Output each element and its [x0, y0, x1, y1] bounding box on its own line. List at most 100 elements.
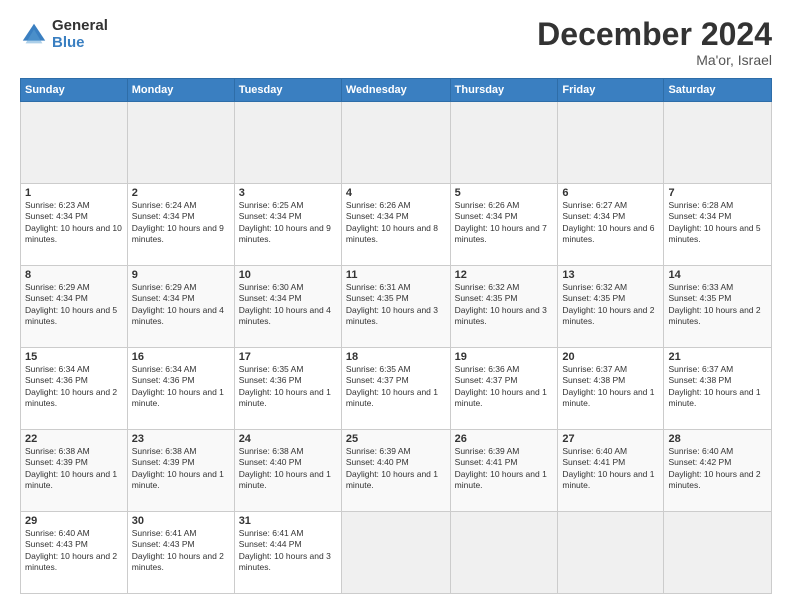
day-info: Sunrise: 6:38 AMSunset: 4:39 PMDaylight:…	[132, 446, 230, 492]
calendar-body: 1Sunrise: 6:23 AMSunset: 4:34 PMDaylight…	[21, 102, 772, 594]
day-info: Sunrise: 6:32 AMSunset: 4:35 PMDaylight:…	[455, 282, 554, 328]
day-number: 10	[239, 269, 337, 281]
col-friday: Friday	[558, 79, 664, 102]
day-number: 29	[25, 515, 123, 527]
calendar-cell	[664, 102, 772, 184]
calendar-cell: 4Sunrise: 6:26 AMSunset: 4:34 PMDaylight…	[341, 184, 450, 266]
day-info: Sunrise: 6:25 AMSunset: 4:34 PMDaylight:…	[239, 200, 337, 246]
calendar-cell: 17Sunrise: 6:35 AMSunset: 4:36 PMDayligh…	[234, 348, 341, 430]
day-info: Sunrise: 6:41 AMSunset: 4:44 PMDaylight:…	[239, 528, 337, 574]
day-number: 14	[668, 269, 767, 281]
day-number: 19	[455, 351, 554, 363]
calendar-cell: 13Sunrise: 6:32 AMSunset: 4:35 PMDayligh…	[558, 266, 664, 348]
calendar-cell: 21Sunrise: 6:37 AMSunset: 4:38 PMDayligh…	[664, 348, 772, 430]
calendar-cell: 26Sunrise: 6:39 AMSunset: 4:41 PMDayligh…	[450, 430, 558, 512]
calendar-header: Sunday Monday Tuesday Wednesday Thursday…	[21, 79, 772, 102]
day-info: Sunrise: 6:41 AMSunset: 4:43 PMDaylight:…	[132, 528, 230, 574]
calendar-week-2: 8Sunrise: 6:29 AMSunset: 4:34 PMDaylight…	[21, 266, 772, 348]
day-number: 26	[455, 433, 554, 445]
title-block: December 2024 Ma'or, Israel	[537, 18, 772, 68]
day-info: Sunrise: 6:37 AMSunset: 4:38 PMDaylight:…	[562, 364, 659, 410]
calendar-cell: 3Sunrise: 6:25 AMSunset: 4:34 PMDaylight…	[234, 184, 341, 266]
calendar-cell: 1Sunrise: 6:23 AMSunset: 4:34 PMDaylight…	[21, 184, 128, 266]
calendar-cell	[234, 102, 341, 184]
day-info: Sunrise: 6:24 AMSunset: 4:34 PMDaylight:…	[132, 200, 230, 246]
logo-general-text: General	[52, 18, 108, 35]
calendar-cell: 29Sunrise: 6:40 AMSunset: 4:43 PMDayligh…	[21, 512, 128, 594]
day-info: Sunrise: 6:34 AMSunset: 4:36 PMDaylight:…	[25, 364, 123, 410]
day-number: 6	[562, 187, 659, 199]
calendar-cell: 6Sunrise: 6:27 AMSunset: 4:34 PMDaylight…	[558, 184, 664, 266]
calendar-cell: 25Sunrise: 6:39 AMSunset: 4:40 PMDayligh…	[341, 430, 450, 512]
calendar-cell: 7Sunrise: 6:28 AMSunset: 4:34 PMDaylight…	[664, 184, 772, 266]
calendar-cell	[341, 512, 450, 594]
day-info: Sunrise: 6:29 AMSunset: 4:34 PMDaylight:…	[25, 282, 123, 328]
day-number: 23	[132, 433, 230, 445]
calendar-cell: 30Sunrise: 6:41 AMSunset: 4:43 PMDayligh…	[127, 512, 234, 594]
col-sunday: Sunday	[21, 79, 128, 102]
calendar-cell: 27Sunrise: 6:40 AMSunset: 4:41 PMDayligh…	[558, 430, 664, 512]
calendar-week-4: 22 Sunrise: 6:38 AMSunset: 4:39 PMDayligh…	[21, 430, 772, 512]
location: Ma'or, Israel	[537, 52, 772, 68]
calendar-cell: 5Sunrise: 6:26 AMSunset: 4:34 PMDaylight…	[450, 184, 558, 266]
day-number: 5	[455, 187, 554, 199]
calendar-cell: 14Sunrise: 6:33 AMSunset: 4:35 PMDayligh…	[664, 266, 772, 348]
day-info: Sunrise: 6:26 AMSunset: 4:34 PMDaylight:…	[455, 200, 554, 246]
calendar-cell	[558, 102, 664, 184]
day-number: 17	[239, 351, 337, 363]
calendar-cell: 22Sunrise: 6:38 AMSunset: 4:39 PMDayligh…	[21, 430, 128, 512]
calendar-cell: 2Sunrise: 6:24 AMSunset: 4:34 PMDaylight…	[127, 184, 234, 266]
day-info: Sunrise: 6:40 AMSunset: 4:41 PMDaylight:…	[562, 446, 659, 492]
day-info: Sunrise: 6:26 AMSunset: 4:34 PMDaylight:…	[346, 200, 446, 246]
calendar-week-3: 15Sunrise: 6:34 AMSunset: 4:36 PMDayligh…	[21, 348, 772, 430]
day-number: 2	[132, 187, 230, 199]
calendar-cell: 12Sunrise: 6:32 AMSunset: 4:35 PMDayligh…	[450, 266, 558, 348]
day-number: 31	[239, 515, 337, 527]
day-number: 1	[25, 187, 123, 199]
day-info: Sunrise: 6:34 AMSunset: 4:36 PMDaylight:…	[132, 364, 230, 410]
day-number: 11	[346, 269, 446, 281]
logo-blue-text: Blue	[52, 35, 108, 52]
calendar-cell: 15Sunrise: 6:34 AMSunset: 4:36 PMDayligh…	[21, 348, 128, 430]
calendar-cell	[450, 102, 558, 184]
day-number: 12	[455, 269, 554, 281]
header-row: Sunday Monday Tuesday Wednesday Thursday…	[21, 79, 772, 102]
calendar-cell: 24Sunrise: 6:38 AMSunset: 4:40 PMDayligh…	[234, 430, 341, 512]
day-info: Sunrise: 6:31 AMSunset: 4:35 PMDaylight:…	[346, 282, 446, 328]
day-number: 30	[132, 515, 230, 527]
day-number: 20	[562, 351, 659, 363]
logo-text: General Blue	[52, 18, 108, 51]
page: General Blue December 2024 Ma'or, Israel…	[0, 0, 792, 612]
day-number: 4	[346, 187, 446, 199]
day-info: Sunrise: 6:39 AMSunset: 4:40 PMDaylight:…	[346, 446, 446, 492]
calendar-cell: 10Sunrise: 6:30 AMSunset: 4:34 PMDayligh…	[234, 266, 341, 348]
logo-icon	[20, 21, 48, 49]
day-number: 3	[239, 187, 337, 199]
calendar-cell	[450, 512, 558, 594]
day-info: Sunrise: 6:40 AMSunset: 4:43 PMDaylight:…	[25, 528, 123, 574]
header: General Blue December 2024 Ma'or, Israel	[20, 18, 772, 68]
day-number: 9	[132, 269, 230, 281]
calendar-cell	[127, 102, 234, 184]
calendar-cell	[558, 512, 664, 594]
calendar-cell	[21, 102, 128, 184]
calendar-table: Sunday Monday Tuesday Wednesday Thursday…	[20, 78, 772, 594]
col-monday: Monday	[127, 79, 234, 102]
day-info: Sunrise: 6:27 AMSunset: 4:34 PMDaylight:…	[562, 200, 659, 246]
day-number: 21	[668, 351, 767, 363]
day-info: Sunrise: 6:29 AMSunset: 4:34 PMDaylight:…	[132, 282, 230, 328]
calendar-cell	[341, 102, 450, 184]
day-number: 18	[346, 351, 446, 363]
day-info: Sunrise: 6:23 AMSunset: 4:34 PMDaylight:…	[25, 200, 123, 246]
logo: General Blue	[20, 18, 108, 51]
calendar-week-0	[21, 102, 772, 184]
day-number: 27	[562, 433, 659, 445]
col-saturday: Saturday	[664, 79, 772, 102]
calendar-cell: 11Sunrise: 6:31 AMSunset: 4:35 PMDayligh…	[341, 266, 450, 348]
day-info: Sunrise: 6:35 AMSunset: 4:36 PMDaylight:…	[239, 364, 337, 410]
day-info: Sunrise: 6:33 AMSunset: 4:35 PMDaylight:…	[668, 282, 767, 328]
day-number: 25	[346, 433, 446, 445]
day-number: 24	[239, 433, 337, 445]
day-number: 22	[25, 433, 123, 445]
calendar-cell: 31Sunrise: 6:41 AMSunset: 4:44 PMDayligh…	[234, 512, 341, 594]
